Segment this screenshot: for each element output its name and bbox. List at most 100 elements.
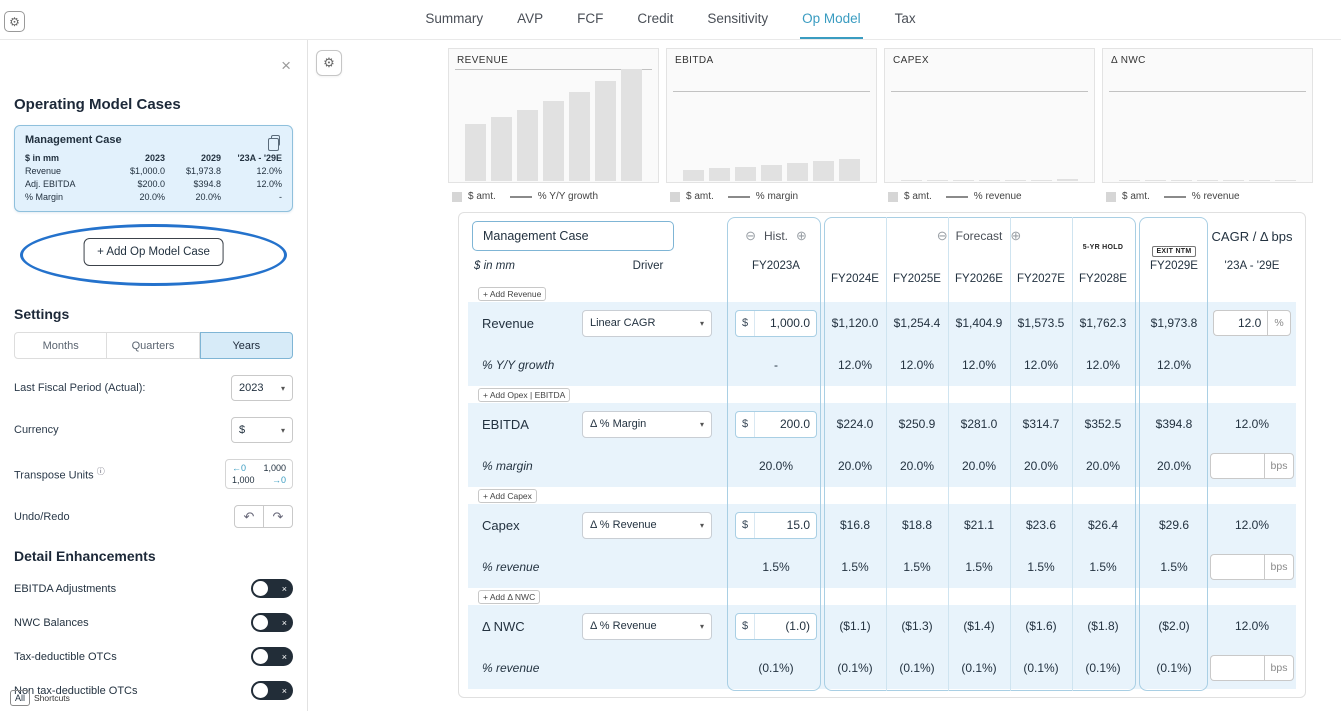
col-header-cagr: '23A - '29E xyxy=(1206,260,1298,272)
toggle-knob xyxy=(253,649,268,664)
gear-icon[interactable]: ⚙ xyxy=(4,11,25,32)
case-name-input[interactable]: Management Case xyxy=(472,221,674,251)
currency-prefix: $ xyxy=(736,614,755,639)
exit-value: $394.8 xyxy=(1142,417,1206,431)
add-row-button-add-opex-ebitda[interactable]: + Add Opex | EBITDA xyxy=(478,388,570,402)
add-row-button-add-revenue[interactable]: + Add Revenue xyxy=(478,287,546,301)
chart-title: REVENUE xyxy=(457,55,508,66)
period-option-months[interactable]: Months xyxy=(14,332,107,359)
chart-legend: $ amt.% Y/Y growth xyxy=(448,191,659,202)
add-row-button-add-capex[interactable]: + Add Capex xyxy=(478,489,537,503)
copy-icon[interactable] xyxy=(271,135,280,146)
settings-gear-button[interactable]: ⚙ xyxy=(316,50,342,76)
bps-value-input[interactable] xyxy=(1210,655,1264,681)
forecast-value: $21.1 xyxy=(948,518,1010,532)
cagr-value-input[interactable] xyxy=(1213,310,1267,336)
driver-select[interactable]: Δ % Revenue▾ xyxy=(582,613,712,640)
table-row: CapexΔ % Revenue▾$$16.8$18.8$21.1$23.6$2… xyxy=(468,504,1296,546)
tab-summary[interactable]: Summary xyxy=(423,0,485,39)
last-fiscal-select[interactable]: 2023 ▾ xyxy=(231,375,293,401)
info-icon[interactable]: ⓘ xyxy=(97,467,105,476)
driver-select[interactable]: Linear CAGR▾ xyxy=(582,310,712,337)
driver-select[interactable]: Δ % Margin▾ xyxy=(582,411,712,438)
forecast-value: 20.0% xyxy=(824,459,886,473)
hist-value-input[interactable] xyxy=(755,614,816,639)
line-legend-label: % Y/Y growth xyxy=(538,191,598,202)
tab-sensitivity[interactable]: Sensitivity xyxy=(705,0,770,39)
col-header-fy2024e: FY2024E xyxy=(824,273,886,285)
topbar: ⚙ Summary AVP FCF Credit Sensitivity Op Model… xyxy=(0,0,1341,40)
toggle-knob xyxy=(253,581,268,596)
toggle-nwc-balances[interactable]: × xyxy=(251,613,293,632)
chevron-down-icon: ▾ xyxy=(281,384,285,393)
section-revenue: RevenueLinear CAGR▾$$1,120.0$1,254.4$1,4… xyxy=(468,302,1296,386)
all-badge[interactable]: All xyxy=(10,690,30,706)
chart-bar xyxy=(465,124,486,181)
exit-value: 12.0% xyxy=(1142,358,1206,372)
bps-value-input[interactable] xyxy=(1210,453,1264,479)
toggle-non-tax-deductible-otcs[interactable]: × xyxy=(251,681,293,700)
hist-input-group: $ xyxy=(735,512,817,539)
hist-value: 20.0% xyxy=(734,459,818,473)
tab-tax[interactable]: Tax xyxy=(893,0,918,39)
table-subrow: % margin20.0%20.0%20.0%20.0%20.0%20.0%20… xyxy=(468,445,1296,487)
tab-credit[interactable]: Credit xyxy=(635,0,675,39)
case-card-table: $ in mm20232029'23A - '29ERevenue$1,000.… xyxy=(25,152,282,204)
bps-value-input[interactable] xyxy=(1210,554,1264,580)
line-legend-label: % margin xyxy=(756,191,798,202)
exit-value: 1.5% xyxy=(1142,560,1206,574)
chart-bars xyxy=(667,159,876,181)
forecast-value: 12.0% xyxy=(948,358,1010,372)
transpose-units-control[interactable]: ←0 1,000 1,000 →0 xyxy=(225,459,293,489)
chart-bar xyxy=(569,92,590,181)
hist-value-input[interactable] xyxy=(755,311,816,336)
table-header-row: Management Case ⊖ Hist. ⊕ ⊖ Forecast ⊕ E… xyxy=(468,213,1296,259)
exit-value: 20.0% xyxy=(1142,459,1206,473)
forecast-value: (0.1%) xyxy=(1072,661,1134,675)
case-card-title: Management Case xyxy=(25,134,122,146)
tab-fcf[interactable]: FCF xyxy=(575,0,605,39)
hist-value-input[interactable] xyxy=(755,412,816,437)
detail-enhancements-title: Detail Enhancements xyxy=(14,548,293,564)
case-card-cell: - xyxy=(221,191,282,204)
undo-button[interactable]: ↶ xyxy=(234,505,264,528)
driver-header: Driver xyxy=(578,260,718,272)
close-icon[interactable]: × xyxy=(281,56,291,76)
case-card[interactable]: Management Case $ in mm20232029'23A - '2… xyxy=(14,125,293,212)
currency-select[interactable]: $ ▾ xyxy=(231,417,293,443)
unit-label: $ in mm xyxy=(468,260,578,272)
forecast-label: Forecast xyxy=(956,229,1003,243)
hist-input-group: $ xyxy=(735,613,817,640)
case-card-cell: $1,973.8 xyxy=(165,165,221,178)
chart-bar xyxy=(1171,180,1192,182)
add-op-model-case-button[interactable]: + Add Op Model Case xyxy=(83,238,224,266)
redo-button[interactable]: ↷ xyxy=(263,505,293,528)
add-row: + Add Revenue xyxy=(468,285,1296,302)
bar-legend-label: $ amt. xyxy=(904,191,932,202)
chart-card-nwc: Δ NWC xyxy=(1102,48,1313,183)
expand-hist-icon[interactable]: ⊕ xyxy=(796,228,807,244)
collapse-forecast-icon[interactable]: ⊖ xyxy=(937,228,948,244)
gear-glyph: ⚙ xyxy=(9,15,20,29)
undo-redo-label: Undo/Redo xyxy=(14,511,70,523)
row-label: Δ NWC xyxy=(468,619,578,634)
expand-forecast-icon[interactable]: ⊕ xyxy=(1010,228,1021,244)
driver-select[interactable]: Δ % Revenue▾ xyxy=(582,512,712,539)
chart-bar xyxy=(1119,180,1140,182)
section-capex: CapexΔ % Revenue▾$$16.8$18.8$21.1$23.6$2… xyxy=(468,504,1296,588)
add-row-button-add-nwc[interactable]: + Add Δ NWC xyxy=(478,590,540,604)
tab-avp[interactable]: AVP xyxy=(515,0,545,39)
hist-value-input[interactable] xyxy=(755,513,816,538)
collapse-hist-icon[interactable]: ⊖ xyxy=(745,228,756,244)
forecast-value: $18.8 xyxy=(886,518,948,532)
chart-bar xyxy=(953,180,974,182)
period-option-years[interactable]: Years xyxy=(200,332,293,359)
toggle-ebitda-adjustments[interactable]: × xyxy=(251,579,293,598)
tab-op-model[interactable]: Op Model xyxy=(800,0,863,39)
case-card-cell: $200.0 xyxy=(103,178,165,191)
col-header-fy2025e: FY2025E xyxy=(886,273,948,285)
period-option-quarters[interactable]: Quarters xyxy=(107,332,199,359)
forecast-value: $1,120.0 xyxy=(824,316,886,330)
forecast-value: $1,573.5 xyxy=(1010,316,1072,330)
toggle-tax-deductible-otcs[interactable]: × xyxy=(251,647,293,666)
